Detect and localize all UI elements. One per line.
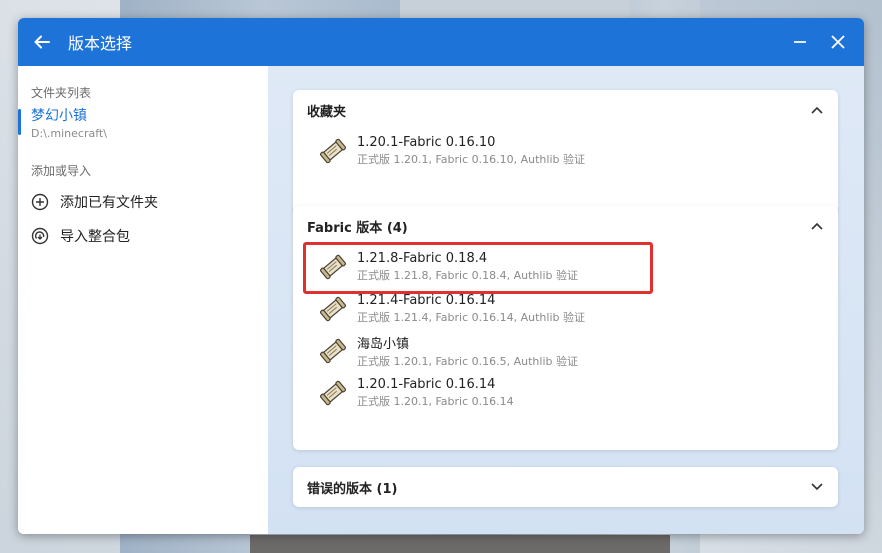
import-modpack-button[interactable]: 导入整合包 [18, 219, 268, 253]
version-name: 1.21.4-Fabric 0.16.14 [357, 293, 496, 308]
fabric-versions-card: Fabric 版本 (4) 1.21.8-Fabric 0.18.4 正式版 1… [293, 206, 838, 450]
version-description: 正式版 1.21.8, Fabric 0.18.4, Authlib 验证 [357, 269, 578, 282]
version-name: 1.21.8-Fabric 0.18.4 [357, 251, 488, 266]
import-modpack-label: 导入整合包 [60, 229, 130, 245]
fabric-versions-header[interactable]: Fabric 版本 (4) [293, 206, 838, 246]
favorites-card: 收藏夹 1.20.1-Fabric 0.16.10 正式版 1.20.1, Fa… [293, 90, 838, 214]
scroll-icon [319, 380, 347, 406]
version-description: 正式版 1.21.4, Fabric 0.16.14, Authlib 验证 [357, 311, 585, 324]
favorites-header[interactable]: 收藏夹 [293, 90, 838, 130]
close-button[interactable] [822, 26, 854, 58]
version-description: 正式版 1.20.1, Fabric 0.16.10, Authlib 验证 [357, 153, 585, 166]
folder-item-selected[interactable]: 梦幻小镇 D:\.minecraft\ [18, 101, 268, 140]
version-item-1-21-4[interactable]: 1.21.4-Fabric 0.16.14 正式版 1.21.4, Fabric… [293, 288, 838, 330]
sidebar: 文件夹列表 梦幻小镇 D:\.minecraft\ 添加或导入 添加已有文件夹 [18, 66, 268, 534]
title-bar: 版本选择 [18, 18, 864, 66]
version-name: 1.20.1-Fabric 0.16.14 [357, 377, 496, 392]
version-name: 海岛小镇 [357, 337, 410, 352]
chevron-up-icon [810, 103, 824, 117]
minimize-button[interactable] [784, 26, 816, 58]
add-import-section-label: 添加或导入 [31, 164, 92, 178]
folder-name: 梦幻小镇 [31, 108, 87, 124]
selection-indicator [18, 109, 21, 135]
error-versions-header[interactable]: 错误的版本 (1) [293, 467, 838, 507]
add-existing-folder-label: 添加已有文件夹 [60, 195, 158, 211]
window-title: 版本选择 [68, 34, 133, 53]
version-item-1-20-1[interactable]: 1.20.1-Fabric 0.16.14 正式版 1.20.1, Fabric… [293, 372, 838, 414]
minimize-icon [794, 41, 806, 43]
version-name: 1.20.1-Fabric 0.16.10 [357, 135, 496, 150]
scroll-icon [319, 338, 347, 364]
error-versions-title: 错误的版本 (1) [307, 481, 398, 497]
arrow-left-icon [34, 35, 50, 49]
folders-section-label: 文件夹列表 [31, 86, 92, 100]
scroll-icon [319, 138, 347, 164]
favorites-title: 收藏夹 [307, 104, 347, 120]
import-icon [30, 226, 50, 246]
main-content: 收藏夹 1.20.1-Fabric 0.16.10 正式版 1.20.1, Fa… [268, 66, 864, 534]
back-button[interactable] [18, 18, 66, 66]
version-select-window: 版本选择 文件夹列表 梦幻小镇 D:\.minecraft\ 添加或导入 添加已… [18, 18, 864, 534]
add-existing-folder-button[interactable]: 添加已有文件夹 [18, 185, 268, 219]
close-icon [831, 35, 845, 49]
chevron-up-icon [810, 219, 824, 233]
version-description: 正式版 1.20.1, Fabric 0.16.14 [357, 395, 514, 408]
version-item-1-21-8[interactable]: 1.21.8-Fabric 0.18.4 正式版 1.21.8, Fabric … [293, 242, 838, 294]
scroll-icon [319, 254, 347, 280]
version-item-favorite-1[interactable]: 1.20.1-Fabric 0.16.10 正式版 1.20.1, Fabric… [293, 130, 838, 172]
plus-circle-icon [30, 192, 50, 212]
fabric-versions-title: Fabric 版本 (4) [307, 220, 408, 236]
version-item-island-town[interactable]: 海岛小镇 正式版 1.20.1, Fabric 0.16.5, Authlib … [293, 330, 838, 372]
scroll-icon [319, 296, 347, 322]
error-versions-card: 错误的版本 (1) [293, 467, 838, 507]
folder-path: D:\.minecraft\ [31, 127, 107, 140]
chevron-down-icon [810, 480, 824, 494]
version-description: 正式版 1.20.1, Fabric 0.16.5, Authlib 验证 [357, 355, 578, 368]
